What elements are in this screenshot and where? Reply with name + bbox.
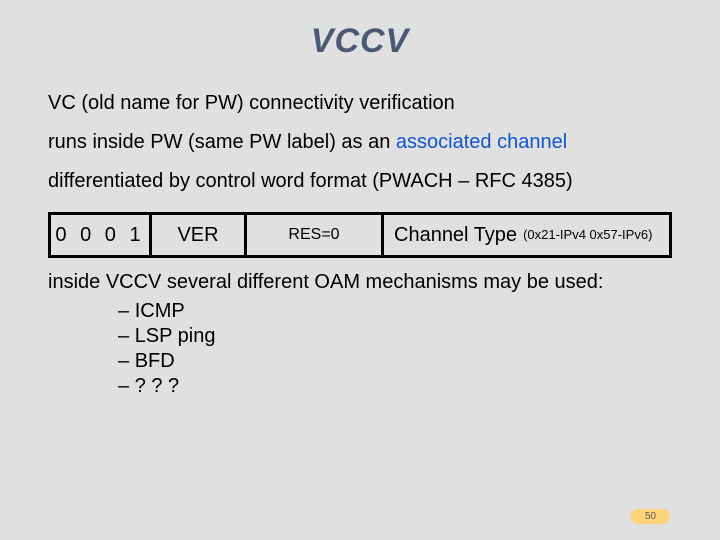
slide-title: VCCV: [0, 0, 720, 61]
field-ver: VER: [152, 215, 247, 255]
field-res: RES=0: [247, 215, 384, 255]
slide-body: VC (old name for PW) connectivity verifi…: [0, 61, 720, 399]
field-channel-type: Channel Type (0x21-IPv4 0x57-IPv6): [384, 215, 669, 255]
pwach-diagram: 0 0 0 1 VER RES=0 Channel Type (0x21-IPv…: [48, 212, 672, 258]
line-runs-inside: runs inside PW (same PW label) as an ass…: [48, 130, 672, 155]
line-vc-definition: VC (old name for PW) connectivity verifi…: [48, 91, 672, 116]
runs-inside-text: runs inside PW (same PW label) as an: [48, 131, 396, 153]
list-item: BFD: [118, 349, 672, 374]
oam-mechanism-list: ICMP LSP ping BFD ? ? ?: [48, 299, 672, 399]
list-item: ICMP: [118, 299, 672, 324]
channel-type-label: Channel Type: [394, 223, 517, 248]
line-differentiated: differentiated by control word format (P…: [48, 169, 672, 194]
list-item: LSP ping: [118, 324, 672, 349]
line-oam-intro: inside VCCV several different OAM mechan…: [48, 270, 672, 295]
page-number-badge: 50: [631, 509, 670, 524]
field-bits: 0 0 0 1: [51, 215, 152, 255]
channel-type-values: (0x21-IPv4 0x57-IPv6): [523, 227, 652, 243]
list-item: ? ? ?: [118, 374, 672, 399]
associated-channel: associated channel: [396, 131, 567, 153]
